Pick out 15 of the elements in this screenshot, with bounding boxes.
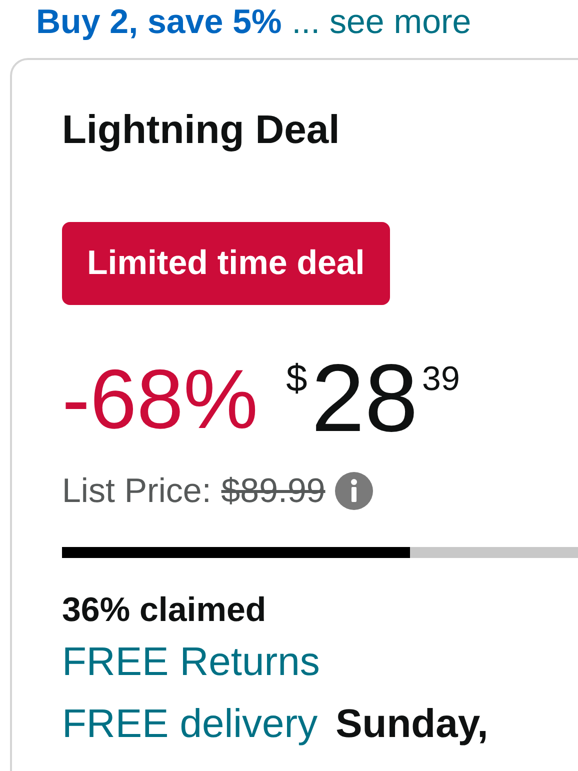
list-price: $89.99: [221, 471, 326, 512]
deal-title: Lightning Deal: [62, 107, 340, 154]
see-more-link[interactable]: ... see more: [292, 2, 472, 42]
info-icon[interactable]: [335, 472, 374, 510]
free-returns-link[interactable]: FREE Returns: [62, 638, 320, 686]
currency-symbol: $: [286, 359, 308, 399]
limited-deal-badge: Limited time deal: [62, 222, 390, 305]
claimed-text: 36% claimed: [62, 590, 266, 631]
delivery-date: Sunday,: [336, 701, 488, 748]
promo-offer: Buy 2, save 5%: [36, 2, 282, 42]
price-whole: 28: [311, 351, 418, 447]
discount-percent: -68%: [62, 351, 258, 447]
price-fraction: 39: [422, 359, 460, 399]
delivery-text: FREE delivery: [62, 701, 318, 748]
list-price-label: List Price:: [62, 471, 212, 512]
